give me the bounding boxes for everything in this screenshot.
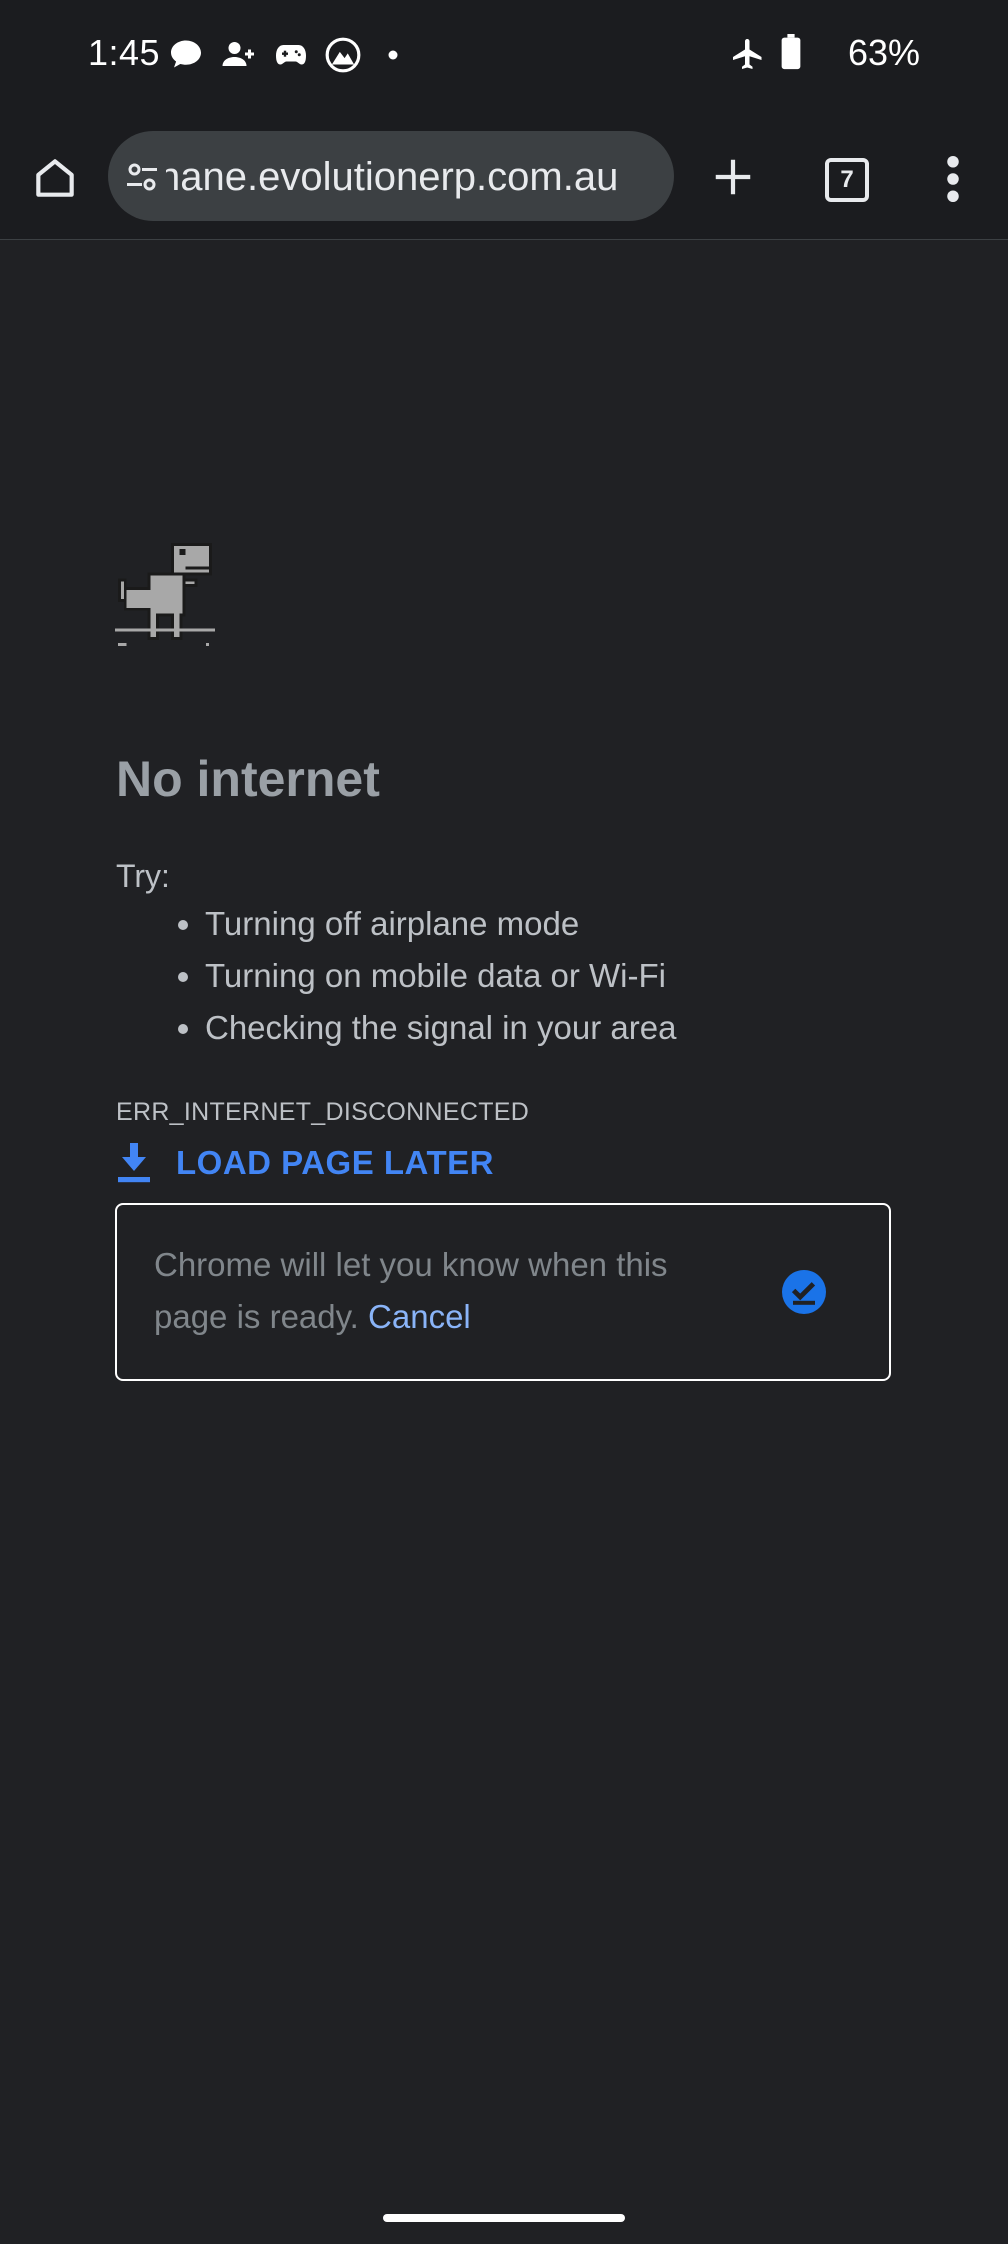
load-page-later-label: LOAD PAGE LATER — [176, 1144, 494, 1181]
scheduled-check-icon — [782, 1270, 826, 1314]
suggestion-item: Turning on mobile data or Wi-Fi — [177, 950, 676, 1002]
status-bar: 1:45 63% — [0, 0, 1008, 116]
url-text[interactable]: nane.evolutionerp.com.au — [166, 155, 666, 200]
battery-percent: 63% — [847, 32, 920, 73]
suggestion-item: Turning off airplane mode — [177, 898, 676, 950]
error-heading: No internet — [116, 751, 380, 807]
tab-count: 7 — [840, 166, 854, 193]
offline-notice-card: Chrome will let you know when this page … — [115, 1203, 891, 1381]
status-time: 1:45 — [88, 32, 161, 73]
battery-icon — [781, 34, 801, 70]
url-value: nane.evolutionerp.com.au — [166, 155, 619, 199]
tune-icon[interactable] — [124, 159, 160, 195]
status-right: 63% — [730, 32, 920, 76]
mountain-app-icon — [325, 37, 361, 73]
try-label: Try: — [116, 858, 170, 894]
plus-icon[interactable] — [710, 154, 756, 200]
airplane-icon — [733, 39, 762, 69]
suggestion-list: Turning off airplane mode Turning on mob… — [116, 898, 676, 1054]
load-page-later-button[interactable]: LOAD PAGE LATER — [116, 1135, 494, 1191]
suggestion-item: Checking the signal in your area — [177, 1002, 676, 1054]
download-icon — [118, 1143, 150, 1183]
notice-message: Chrome will let you know when this page … — [154, 1239, 714, 1343]
dot-icon — [388, 50, 398, 60]
game-controller-icon — [276, 45, 306, 65]
cancel-link[interactable]: Cancel — [368, 1298, 471, 1335]
home-icon[interactable] — [30, 153, 80, 203]
gesture-handle[interactable] — [383, 2214, 625, 2222]
more-vert-icon[interactable] — [944, 156, 962, 202]
omnibox[interactable]: nane.evolutionerp.com.au — [108, 131, 674, 221]
error-page: No internet Try: Turning off airplane mo… — [0, 240, 1008, 2244]
person-add-icon — [222, 42, 254, 66]
error-code: ERR_INTERNET_DISCONNECTED — [116, 1098, 530, 1126]
tab-switcher-button[interactable]: 7 — [825, 158, 869, 202]
dinosaur-icon[interactable] — [114, 543, 216, 649]
browser-toolbar: nane.evolutionerp.com.au 7 — [0, 116, 1008, 240]
chat-bubble-icon — [171, 40, 201, 68]
